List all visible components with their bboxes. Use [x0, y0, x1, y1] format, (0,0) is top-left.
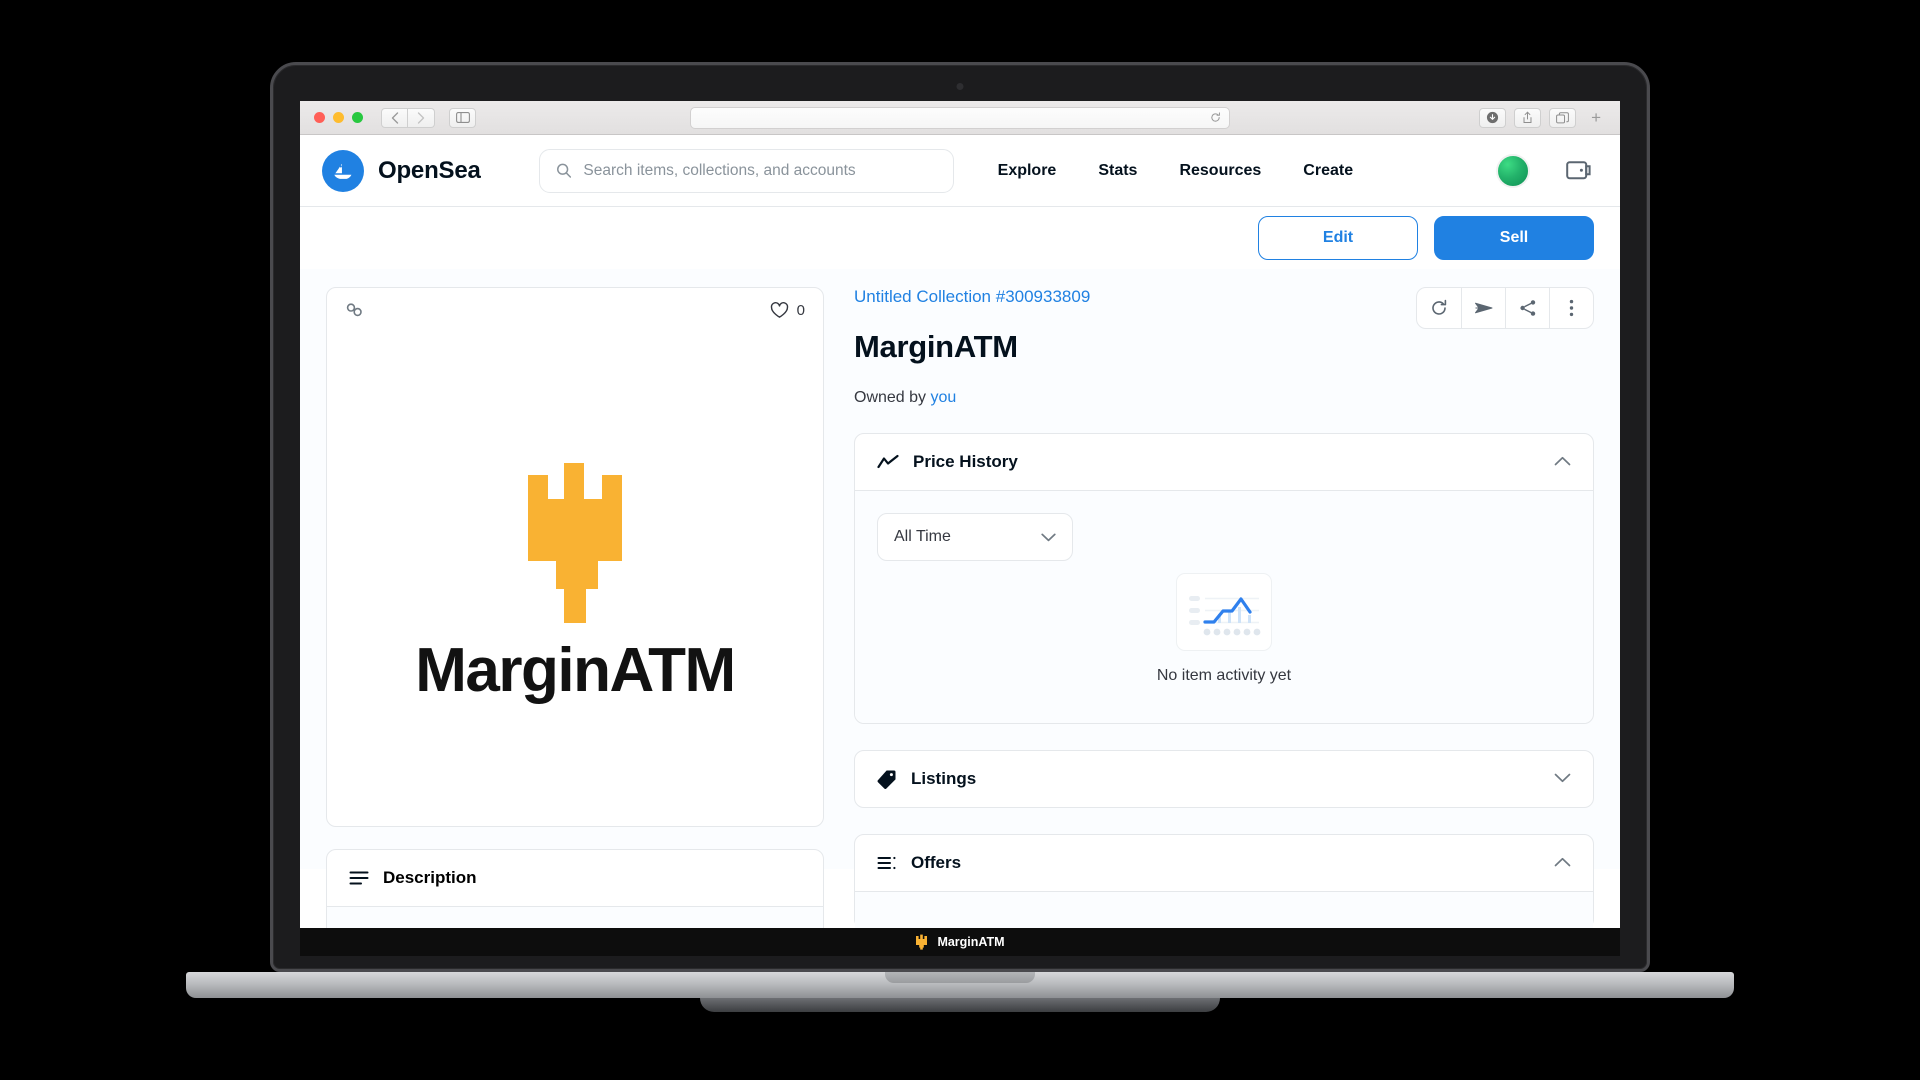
price-history-collapse-chevron[interactable]: [1554, 453, 1571, 471]
laptop-foot-shadow: [700, 998, 1220, 1012]
price-history-panel: Price History All Time No item activity …: [854, 433, 1594, 724]
list-icon: [877, 856, 896, 870]
listings-expand-chevron[interactable]: [1554, 770, 1571, 788]
page-title: MarginATM: [854, 329, 1018, 364]
main-nav: Explore Stats Resources Create: [998, 162, 1353, 180]
browser-toolbar: +: [300, 101, 1620, 135]
collection-link[interactable]: Untitled Collection #300933809: [854, 287, 1090, 307]
new-tab-button[interactable]: +: [1584, 108, 1608, 128]
downloads-icon[interactable]: [1479, 107, 1507, 128]
screenshot-stage: + OpenSea Search items, collections, and…: [0, 0, 1920, 1080]
offers-body: [855, 891, 1593, 928]
wallet-icon[interactable]: [1566, 159, 1592, 183]
trending-line-icon: [877, 454, 899, 469]
marginatm-logo-icon: [516, 453, 634, 631]
asset-right-column: Untitled Collection #300933809 MarginATM…: [854, 287, 1594, 929]
browser-nav-group[interactable]: [381, 107, 435, 128]
price-history-empty-state: No item activity yet: [877, 573, 1571, 701]
nav-item-resources[interactable]: Resources: [1179, 162, 1261, 180]
description-title: Description: [383, 868, 477, 887]
asset-heading-row: Untitled Collection #300933809 MarginATM…: [854, 287, 1594, 407]
asset-media-card: 0 MarginATM: [326, 287, 824, 827]
opensea-logo-icon: [322, 149, 364, 192]
offers-collapse-chevron[interactable]: [1554, 854, 1571, 872]
window-controls[interactable]: [314, 112, 363, 123]
refresh-icon[interactable]: [1417, 288, 1461, 328]
close-window-button[interactable]: [314, 112, 325, 123]
taskbar-app-label: MarginATM: [937, 935, 1005, 949]
chain-link-icon[interactable]: [345, 302, 365, 318]
reload-icon[interactable]: [1210, 112, 1221, 123]
asset-action-bar: Edit Sell: [300, 207, 1620, 269]
marginatm-app-icon: [916, 934, 928, 950]
forward-button[interactable]: [408, 107, 435, 128]
asset-left-column: 0 MarginATM Description: [326, 287, 824, 956]
share-network-icon[interactable]: [1505, 288, 1549, 328]
share-icon[interactable]: [1514, 107, 1542, 128]
asset-image: MarginATM: [327, 332, 823, 826]
nav-item-explore[interactable]: Explore: [998, 162, 1057, 180]
profile-avatar[interactable]: [1496, 153, 1530, 188]
tab-overview-icon[interactable]: [1549, 107, 1577, 128]
like-control[interactable]: 0: [770, 302, 805, 319]
header-right-tools: [1496, 153, 1598, 188]
search-icon: [556, 163, 571, 178]
chart-placeholder-icon: [1176, 573, 1272, 651]
chevron-down-icon: [1041, 533, 1056, 541]
sell-button[interactable]: Sell: [1434, 216, 1594, 260]
send-transfer-icon[interactable]: [1461, 288, 1505, 328]
listings-header[interactable]: Listings: [855, 751, 1593, 807]
nav-item-stats[interactable]: Stats: [1098, 162, 1137, 180]
time-range-select[interactable]: All Time: [877, 513, 1073, 561]
maximize-window-button[interactable]: [352, 112, 363, 123]
time-range-value: All Time: [894, 528, 951, 545]
offers-header[interactable]: Offers: [855, 835, 1593, 891]
offers-title: Offers: [911, 853, 962, 872]
brand-name: OpenSea: [378, 156, 481, 184]
laptop-notch: [885, 972, 1035, 983]
like-count: 0: [796, 301, 805, 319]
search-input[interactable]: [583, 161, 937, 180]
price-history-title: Price History: [913, 452, 1018, 471]
price-history-header[interactable]: Price History: [855, 434, 1593, 490]
asset-page: 0 MarginATM Description Untitled Collect…: [300, 269, 1620, 956]
heart-icon[interactable]: [770, 301, 789, 319]
edit-button[interactable]: Edit: [1258, 216, 1418, 260]
description-header[interactable]: Description: [327, 850, 823, 906]
asset-toolbar: [1416, 287, 1594, 329]
listings-panel: Listings: [854, 750, 1594, 808]
price-history-body: All Time No item activity yet: [855, 490, 1593, 723]
webcam-icon: [956, 83, 964, 90]
search-box[interactable]: [538, 148, 954, 193]
owner-link[interactable]: you: [931, 389, 957, 406]
brand-home-link[interactable]: OpenSea: [322, 149, 481, 192]
browser-right-tools[interactable]: +: [1479, 107, 1612, 128]
more-vertical-icon[interactable]: [1549, 288, 1593, 328]
address-bar[interactable]: [690, 106, 1230, 129]
owner-prefix: Owned by: [854, 389, 927, 406]
listings-title: Listings: [911, 769, 977, 788]
offers-panel: Offers: [854, 834, 1594, 929]
laptop-lid: + OpenSea Search items, collections, and…: [270, 62, 1650, 972]
asset-media-toolbar: 0: [327, 288, 823, 332]
description-lines-icon: [349, 871, 369, 885]
owner-line: Owned by you: [854, 389, 1090, 407]
laptop-screen: + OpenSea Search items, collections, and…: [300, 101, 1620, 956]
sidebar-toggle-icon[interactable]: [449, 107, 476, 128]
asset-heading-text: Untitled Collection #300933809 MarginATM…: [854, 287, 1090, 407]
price-history-empty-text: No item activity yet: [1156, 667, 1292, 684]
taskbar: MarginATM: [300, 928, 1620, 956]
tag-icon: [877, 770, 896, 789]
back-button[interactable]: [381, 107, 408, 128]
nav-item-create[interactable]: Create: [1303, 162, 1353, 180]
asset-image-wordmark: MarginATM: [415, 635, 736, 705]
minimize-window-button[interactable]: [333, 112, 344, 123]
site-header: OpenSea Explore Stats Resources Create: [300, 135, 1620, 207]
